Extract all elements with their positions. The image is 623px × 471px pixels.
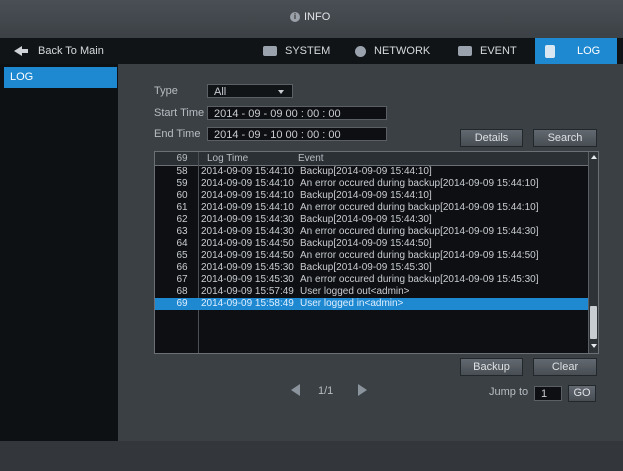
sidebar-item-log[interactable]: LOG [4, 67, 117, 88]
jump-to-input[interactable]: 1 [534, 386, 562, 401]
start-time-field[interactable]: 2014 - 09 - 09 00 : 00 : 00 [207, 106, 387, 120]
go-button[interactable]: GO [568, 385, 596, 402]
tab-system-label: SYSTEM [285, 45, 331, 57]
globe-icon [355, 45, 366, 57]
back-arrow-icon [12, 44, 30, 58]
table-row[interactable]: 62 2014-09-09 15:44:30 Backup[2014-09-09 1… [155, 214, 588, 226]
footer-bar [0, 441, 623, 471]
scroll-down-arrow-icon[interactable] [591, 344, 597, 348]
end-time-field[interactable]: 2014 - 09 - 10 00 : 00 : 00 [207, 127, 387, 141]
log-table: 69 Log Time Event 58 2014-09-09 15:44:10 B… [154, 151, 599, 354]
table-row[interactable]: 58 2014-09-09 15:44:10 Backup[2014-09-09 1… [155, 166, 588, 178]
table-row-selected[interactable]: 69 2014-09-09 15:58:49 User logged in<admi… [155, 298, 588, 310]
scroll-up-arrow-icon[interactable] [591, 155, 597, 159]
table-row[interactable]: 68 2014-09-09 15:57:49 User logged out<adm… [155, 286, 588, 298]
table-row[interactable]: 60 2014-09-09 15:44:10 Backup[2014-09-09 1… [155, 190, 588, 202]
log-time-header: Log Time [207, 153, 249, 164]
tab-log-label: LOG [577, 45, 601, 57]
end-time-label: End Time [154, 128, 201, 140]
table-row[interactable]: 66 2014-09-09 15:45:30 Backup[2014-09-09 1… [155, 262, 588, 274]
tab-network[interactable]: NETWORK [345, 38, 439, 64]
type-label: Type [154, 85, 178, 97]
tab-system[interactable]: SYSTEM [253, 38, 339, 64]
jump-to-label: Jump to [489, 386, 529, 398]
back-label: Back To Main [38, 45, 104, 57]
backup-button[interactable]: Backup [460, 358, 523, 376]
tab-network-label: NETWORK [374, 45, 431, 57]
table-row[interactable]: 67 2014-09-09 15:45:30 An error occured du… [155, 274, 588, 286]
previous-page-icon[interactable] [291, 384, 300, 396]
table-row[interactable]: 65 2014-09-09 15:44:50 An error occured du… [155, 250, 588, 262]
search-button[interactable]: Search [533, 129, 597, 147]
table-row[interactable]: 59 2014-09-09 15:44:10 An error occured du… [155, 178, 588, 190]
page-indicator: 1/1 [318, 385, 334, 397]
table-row[interactable]: 64 2014-09-09 15:44:50 Backup[2014-09-09 1… [155, 238, 588, 250]
nav-bar: Back To Main SYSTEM NETWORK EVENT LOG [0, 38, 623, 65]
window-title: i INFO [290, 9, 330, 25]
chevron-down-icon [278, 90, 284, 94]
sidebar: LOG [0, 64, 118, 441]
event-icon [458, 46, 472, 56]
table-scrollbar[interactable] [588, 152, 598, 353]
monitor-icon [263, 46, 277, 56]
start-time-label: Start Time [154, 107, 205, 119]
type-select[interactable]: All [207, 84, 293, 98]
log-icon [545, 44, 555, 58]
tab-event[interactable]: EVENT [448, 38, 528, 64]
back-to-main-button[interactable]: Back To Main [12, 38, 104, 64]
table-row[interactable]: 63 2014-09-09 15:44:30 An error occured du… [155, 226, 588, 238]
title-bar: i INFO [0, 0, 623, 39]
clear-button[interactable]: Clear [533, 358, 597, 376]
title-text: INFO [304, 11, 331, 23]
type-value: All [214, 86, 227, 98]
next-page-icon[interactable] [358, 384, 367, 396]
table-row[interactable]: 61 2014-09-09 15:44:10 An error occured du… [155, 202, 588, 214]
details-button[interactable]: Details [460, 129, 523, 147]
table-header: 69 Log Time Event [155, 152, 588, 166]
tab-log[interactable]: LOG [535, 38, 617, 64]
tab-event-label: EVENT [480, 45, 517, 57]
count-header: 69 [176, 153, 188, 164]
scroll-thumb[interactable] [590, 306, 597, 339]
info-icon: i [290, 12, 300, 22]
event-header: Event [298, 153, 324, 164]
